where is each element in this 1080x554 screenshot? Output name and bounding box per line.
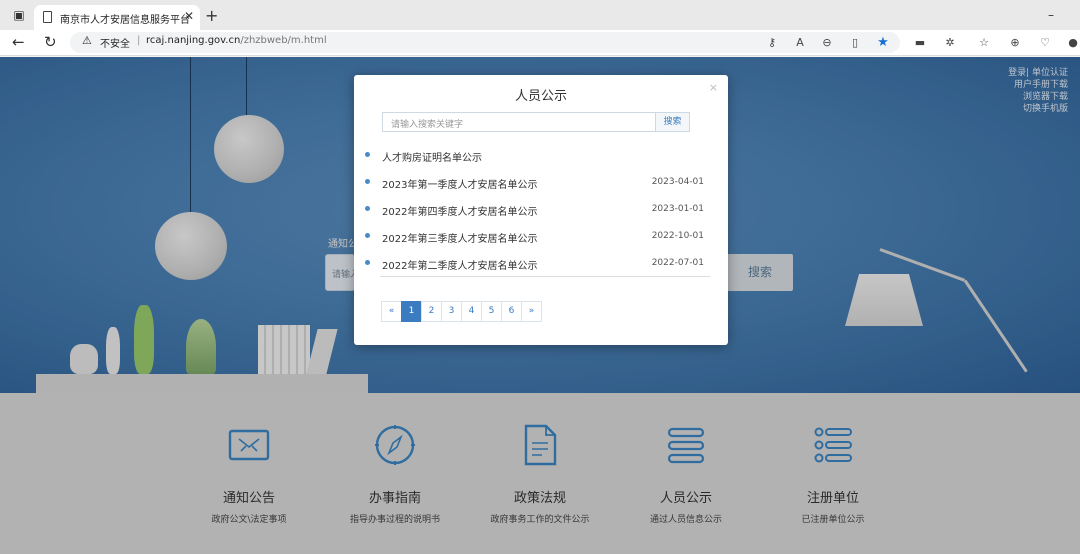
profile-avatar-icon[interactable]: ● xyxy=(1066,36,1080,50)
key-icon[interactable]: ⚷ xyxy=(765,36,779,50)
item-date: 2022-10-01 xyxy=(651,231,704,241)
tab-strip: ▣ 南京市人才安居信息服务平台 ✕ + – xyxy=(0,0,1080,30)
item-title[interactable]: 人才购房证明名单公示 xyxy=(382,149,482,164)
tab-title: 南京市人才安居信息服务平台 xyxy=(60,15,190,26)
address-toolbar: ← ↻ ⚠ 不安全 | rcaj.nanjing.gov.cn/zhzbweb/… xyxy=(0,30,1080,56)
list-item[interactable]: 2023年第一季度人才安居名单公示 2023-04-01 xyxy=(362,168,712,195)
new-tab-button[interactable]: + xyxy=(205,6,218,25)
pager-page-6[interactable]: 6 xyxy=(501,301,522,322)
bullet-icon xyxy=(365,233,370,238)
read-aloud-icon[interactable]: A xyxy=(793,36,807,50)
pager-page-5[interactable]: 5 xyxy=(481,301,502,322)
pager-page-1[interactable]: 1 xyxy=(401,301,422,322)
list-item[interactable]: 2022年第三季度人才安居名单公示 2022-10-01 xyxy=(362,222,712,249)
health-icon[interactable]: ♡ xyxy=(1038,36,1052,50)
modal-search-placeholder: 请输入搜索关键字 xyxy=(391,120,464,130)
item-title[interactable]: 2023年第一季度人才安居名单公示 xyxy=(382,176,537,191)
item-title[interactable]: 2022年第三季度人才安居名单公示 xyxy=(382,230,537,245)
bullet-icon xyxy=(365,260,370,265)
modal-title: 人员公示 xyxy=(514,89,567,104)
security-label[interactable]: 不安全 xyxy=(100,35,130,50)
bullet-icon xyxy=(365,152,370,157)
bullet-icon xyxy=(365,206,370,211)
list-item[interactable]: 2022年第四季度人才安居名单公示 2023-01-01 xyxy=(362,195,712,222)
pager-next-button[interactable]: » xyxy=(521,301,542,322)
zoom-icon[interactable]: ⊖ xyxy=(820,36,834,50)
reader-view-icon[interactable]: ▯ xyxy=(848,36,862,50)
collections-icon[interactable]: ▬ xyxy=(913,36,927,50)
extensions-icon[interactable]: ✲ xyxy=(943,36,957,50)
bullet-icon xyxy=(365,179,370,184)
modal-search-button[interactable]: 搜索 xyxy=(655,112,690,132)
list-item[interactable]: 2022年第二季度人才安居名单公示 2022-07-01 xyxy=(362,249,712,276)
pagination: « 1 2 3 4 5 6 » xyxy=(381,301,542,322)
item-date: 2022-07-01 xyxy=(651,258,704,268)
pager-prev-button[interactable]: « xyxy=(381,301,402,322)
url-separator: | xyxy=(137,35,141,46)
favorites-list-icon[interactable]: ☆ xyxy=(977,36,991,50)
list-divider xyxy=(380,276,710,277)
personnel-modal: × 人员公示 请输入搜索关键字 搜索 人才购房证明名单公示 2023年第一季度人… xyxy=(354,75,728,345)
item-title[interactable]: 2022年第四季度人才安居名单公示 xyxy=(382,203,537,218)
url-host: rcaj.nanjing.gov.cn xyxy=(146,35,241,46)
pager-page-2[interactable]: 2 xyxy=(421,301,442,322)
minimize-icon[interactable]: – xyxy=(1044,8,1058,22)
item-date: 2023-01-01 xyxy=(651,204,704,214)
modal-search-input[interactable]: 请输入搜索关键字 xyxy=(382,112,656,132)
url-text[interactable]: rcaj.nanjing.gov.cn/zhzbweb/m.html xyxy=(146,35,327,46)
item-title[interactable]: 2022年第二季度人才安居名单公示 xyxy=(382,257,537,272)
collections-plus-icon[interactable]: ⊕ xyxy=(1008,36,1022,50)
pager-page-3[interactable]: 3 xyxy=(441,301,462,322)
page-favicon-icon xyxy=(43,11,52,23)
browser-tab[interactable]: 南京市人才安居信息服务平台 ✕ xyxy=(34,5,200,30)
tab-actions-icon[interactable]: ▣ xyxy=(12,8,26,22)
refresh-icon[interactable]: ↻ xyxy=(44,33,57,51)
item-date: 2023-04-01 xyxy=(651,177,704,187)
favorite-star-icon[interactable]: ★ xyxy=(876,36,890,50)
list-item[interactable]: 人才购房证明名单公示 xyxy=(362,141,712,168)
url-path: /zhzbweb/m.html xyxy=(240,35,327,46)
warning-icon[interactable]: ⚠ xyxy=(82,34,92,47)
back-icon[interactable]: ← xyxy=(12,33,25,51)
web-page: 通知公 请输入 搜索 登录| 单位认证 用户手册下载 浏览器下载 切换手机版 通… xyxy=(0,57,1080,554)
announcement-list: 人才购房证明名单公示 2023年第一季度人才安居名单公示 2023-04-01 … xyxy=(362,141,712,276)
tab-close-icon[interactable]: ✕ xyxy=(184,9,194,23)
pager-page-4[interactable]: 4 xyxy=(461,301,482,322)
